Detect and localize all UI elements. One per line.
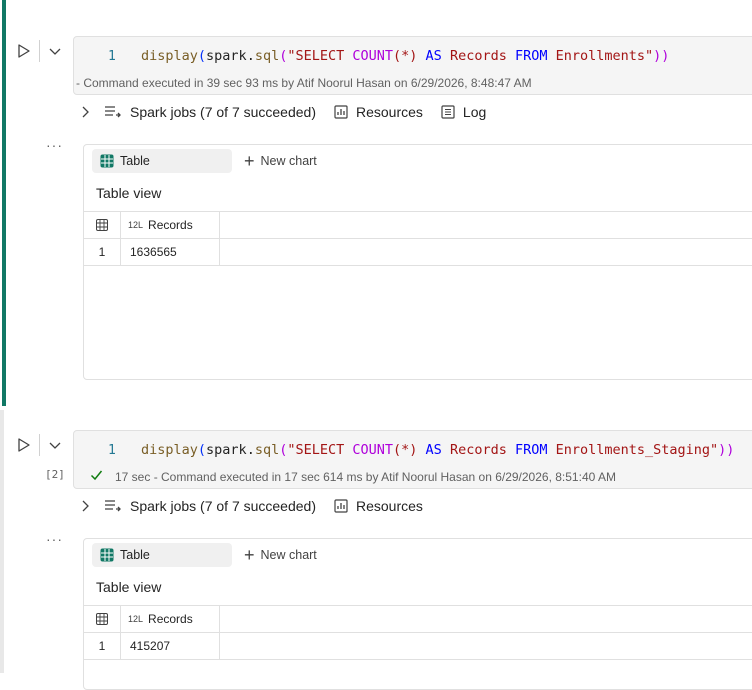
grid-header-row: 12L Records [84,212,752,239]
column-header-label: Records [148,612,193,626]
plus-icon: + [244,151,255,171]
tab-table[interactable]: Table [92,543,232,567]
spark-jobs-toggle[interactable]: Spark jobs (7 of 7 succeeded) [80,104,316,120]
cell-output-toolbar: Spark jobs (7 of 7 succeeded) Resources [80,498,441,514]
select-all-cell[interactable] [84,212,121,238]
code-editor[interactable]: 1 display(spark.sql("SELECT COUNT(*) AS … [73,36,752,95]
table-row: 1 415207 [84,633,752,660]
chevron-down-icon[interactable] [48,438,62,452]
column-header-label: Records [148,218,193,232]
table-view-title: Table view [96,579,162,595]
cell-gutter [0,410,4,673]
spark-jobs-toggle[interactable]: Spark jobs (7 of 7 succeeded) [80,498,316,514]
chevron-down-icon[interactable] [48,44,62,58]
row-index: 1 [84,239,121,265]
execution-status: - Command executed in 39 sec 93 ms by At… [76,76,532,90]
more-options-icon[interactable]: ··· [46,137,63,153]
log-button[interactable]: Log [441,104,486,120]
result-grid: 12L Records 1 1636565 [84,211,752,266]
column-header-records[interactable]: 12L Records [121,212,220,238]
table-cell[interactable]: 415207 [121,633,220,659]
new-chart-button[interactable]: + New chart [244,152,317,170]
new-chart-button[interactable]: + New chart [244,546,317,564]
run-divider [39,434,40,456]
new-chart-label: New chart [260,548,317,562]
run-cell-icon[interactable] [16,43,32,59]
cell-output-toolbar: Spark jobs (7 of 7 succeeded) Resources … [80,104,504,120]
more-options-icon[interactable]: ··· [46,531,63,547]
success-check-icon [90,470,103,481]
spark-jobs-label: Spark jobs (7 of 7 succeeded) [130,498,316,514]
execution-count: [2] [45,468,65,481]
chevron-right-icon[interactable] [80,499,90,513]
tab-table-label: Table [120,154,150,168]
column-header-records[interactable]: 12L Records [121,606,220,632]
spark-jobs-icon [105,106,121,118]
row-index: 1 [84,633,121,659]
grid-icon [96,613,108,625]
table-icon [100,548,114,562]
line-number: 1 [108,49,116,64]
log-icon [441,105,455,119]
table-row: 1 1636565 [84,239,752,266]
output-panel: Table + New chart Table view 12L Records… [83,144,752,380]
tab-table-label: Table [120,548,150,562]
code-line[interactable]: display(spark.sql("SELECT COUNT(*) AS Re… [141,442,734,458]
active-cell-indicator [2,0,6,406]
new-chart-label: New chart [260,154,317,168]
table-view-title: Table view [96,185,162,201]
execution-status: 17 sec - Command executed in 17 sec 614 … [115,470,616,484]
resources-label: Resources [356,104,423,120]
run-divider [39,40,40,62]
output-tabs: Table + New chart [92,543,317,567]
resources-button[interactable]: Resources [334,104,423,120]
line-number: 1 [108,443,116,458]
log-label: Log [462,104,487,120]
table-cell[interactable]: 1636565 [121,239,220,265]
number-type-icon: 12L [128,614,144,624]
select-all-cell[interactable] [84,606,121,632]
table-icon [100,154,114,168]
tab-table[interactable]: Table [92,149,232,173]
code-line[interactable]: display(spark.sql("SELECT COUNT(*) AS Re… [141,48,669,64]
number-type-icon: 12L [128,220,144,230]
grid-header-row: 12L Records [84,606,752,633]
resources-button[interactable]: Resources [334,498,423,514]
plus-icon: + [244,545,255,565]
spark-jobs-icon [105,500,121,512]
spark-jobs-label: Spark jobs (7 of 7 succeeded) [130,104,316,120]
resources-label: Resources [356,498,423,514]
grid-icon [96,219,108,231]
run-cell-icon[interactable] [16,437,32,453]
output-panel: Table + New chart Table view 12L Records… [83,538,752,690]
resources-icon [334,105,348,119]
resources-icon [334,499,348,513]
output-tabs: Table + New chart [92,149,317,173]
code-editor[interactable]: 1 display(spark.sql("SELECT COUNT(*) AS … [73,430,752,489]
result-grid: 12L Records 1 415207 [84,605,752,660]
chevron-right-icon[interactable] [80,105,90,119]
